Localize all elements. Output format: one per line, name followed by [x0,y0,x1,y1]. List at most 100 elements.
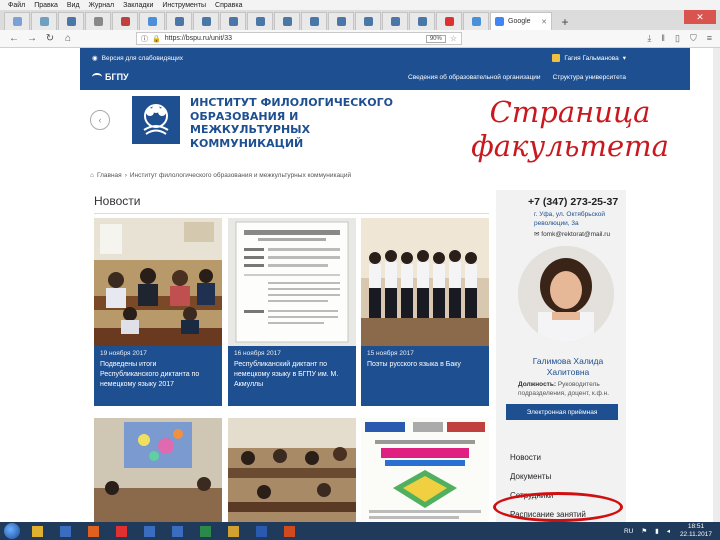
browser-tab[interactable] [328,12,354,30]
browser-menubar: Файл Правка Вид Журнал Закладки Инструме… [0,0,720,10]
browser-tab[interactable] [4,12,30,30]
browser-tab[interactable] [409,12,435,30]
browser-tab[interactable] [58,12,84,30]
menu-history[interactable]: Журнал [89,2,115,9]
firefox-icon [87,525,99,537]
news-photo-poster[interactable] [361,418,489,522]
address-bar[interactable]: ⓘ 🔒 https://bspu.ru/unit/33 90% ☆ [136,32,462,45]
taskbar-app[interactable] [54,523,76,539]
network-icon[interactable]: ▮ [655,527,659,535]
vk-icon [66,17,76,26]
browser-tab[interactable] [31,12,57,30]
menu-bookmarks[interactable]: Закладки [123,2,153,9]
browser-tab[interactable] [85,12,111,30]
toolbar-icons: ⤓ ‖ ▯ ⛉ ≡ [647,33,712,44]
browser-tab[interactable] [112,12,138,30]
browser-tab[interactable] [193,12,219,30]
word-icon [255,525,267,537]
carousel-prev-button[interactable]: ‹ [90,110,110,130]
address-link[interactable]: г. Уфа, ул. Октябрьской революции, 3а [534,210,624,228]
nav-org-info[interactable]: Сведения об образовательной организации [408,74,541,81]
info-icon[interactable]: ⓘ [141,34,148,44]
flag-icon[interactable]: ⚑ [641,527,647,535]
navigation-bar: ← → ↻ ⌂ ⓘ 🔒 https://bspu.ru/unit/33 90% … [0,30,720,48]
clock-date: 22.11.2017 [679,531,712,538]
page-icon [120,17,130,26]
dean-position-label: Должность: [518,381,557,388]
news-date: 19 ноября 2017 [100,350,147,357]
library-icon[interactable]: ‖ [661,33,665,44]
back-button[interactable]: ← [8,33,20,44]
volume-icon[interactable]: ◂ [667,527,670,535]
taskbar-app[interactable] [26,523,48,539]
nav-structure[interactable]: Структура университета [553,74,626,81]
side-menu-news[interactable]: Новости [510,448,620,467]
browser-tab[interactable] [355,12,381,30]
browser-tab[interactable] [463,12,489,30]
taskbar-app[interactable] [166,523,188,539]
breadcrumb-home[interactable]: Главная [97,172,122,179]
new-tab-button[interactable]: + [557,14,573,30]
clock-time: 18:51 [687,523,705,530]
download-icon[interactable]: ⤓ [647,33,651,44]
email-link[interactable]: ✉ fomk@rektorat@mail.ru [534,230,610,238]
menu-tools[interactable]: Инструменты [162,2,206,9]
electronic-reception-button[interactable]: Электронная приёмная [506,404,618,420]
forward-button[interactable]: → [26,33,38,44]
lang-indicator[interactable]: RU [624,528,633,535]
phone-number[interactable]: +7 (347) 273-25-37 [528,196,618,208]
browser-tab[interactable] [436,12,462,30]
taskbar-app[interactable] [138,523,160,539]
breadcrumb-current: Институт филологического образования и м… [129,172,352,179]
user-menu[interactable]: Гагия Гальманова ▾ [552,54,626,62]
taskbar-app[interactable] [82,523,104,539]
clock[interactable]: 18:51 22.11.2017 [680,523,712,539]
browser-tab[interactable] [220,12,246,30]
side-menu-documents[interactable]: Документы [510,467,620,486]
shield-icon[interactable]: ⛉ [690,33,697,44]
news-caption: 15 ноября 2017 Поэты русского языка в Ба… [361,346,489,406]
visually-impaired-link[interactable]: ◉ Версия для слабовидящих [92,54,183,63]
window-close-button[interactable]: ✕ [684,10,716,24]
news-card[interactable]: 15 ноября 2017 Поэты русского языка в Ба… [361,218,489,406]
browser-tab[interactable] [274,12,300,30]
browser-tab[interactable] [166,12,192,30]
page-scrollbar[interactable] [713,48,720,522]
breadcrumb-separator: › [124,172,127,179]
reload-button[interactable]: ↻ [44,33,56,44]
browser-tab[interactable] [247,12,273,30]
news-card[interactable]: 19 ноября 2017 Подведены итоги Республик… [94,218,222,406]
d-app-icon [143,525,155,537]
start-button[interactable] [4,523,20,539]
menu-file[interactable]: Файл [8,2,25,9]
dean-name[interactable]: Галимова Халида Халитовна [518,356,618,378]
browser-tab-google[interactable]: Google ✕ [490,12,552,30]
news-card[interactable]: 16 ноября 2017 Республиканский диктант п… [228,218,356,406]
home-button[interactable]: ⌂ [62,33,74,44]
visually-impaired-label: Версия для слабовидящих [101,54,183,62]
browser-tab[interactable] [382,12,408,30]
tab-label: Google [508,18,531,25]
menu-help[interactable]: Справка [215,2,242,9]
menu-view[interactable]: Вид [67,2,80,9]
university-logo[interactable]: БГПУ [92,72,129,82]
browser-tab[interactable] [301,12,327,30]
news-photo-lecture[interactable] [228,418,356,522]
zoom-indicator[interactable]: 90% [425,34,446,43]
browser-tab[interactable] [139,12,165,30]
taskbar-app[interactable] [194,523,216,539]
menu-edit[interactable]: Правка [34,2,58,9]
news-date: 16 ноября 2017 [234,350,281,357]
news-photo-presentation[interactable] [94,418,222,522]
sidebar-icon[interactable]: ▯ [675,33,680,44]
menu-icon[interactable]: ≡ [707,33,712,44]
taskbar-app[interactable] [222,523,244,539]
taskbar-app[interactable] [110,523,132,539]
home-icon[interactable]: ⌂ [90,172,94,179]
taskbar-app[interactable] [250,523,272,539]
news-photo-document [228,218,356,346]
news-caption: 16 ноября 2017 Республиканский диктант п… [228,346,356,406]
taskbar-app[interactable] [278,523,300,539]
tab-close-icon[interactable]: ✕ [541,18,547,26]
bookmark-star-icon[interactable]: ☆ [450,34,457,43]
